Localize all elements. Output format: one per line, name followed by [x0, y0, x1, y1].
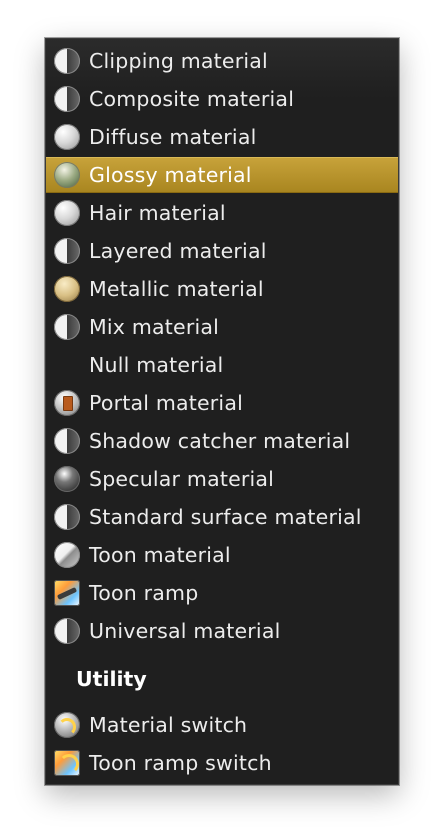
menu-item-label: Layered material: [89, 239, 267, 263]
utility-section-header: Utility: [76, 667, 147, 691]
menu-item-label: Composite material: [89, 87, 295, 111]
menu-item-portal-material[interactable]: Portal material: [46, 385, 398, 421]
menu-item-standard-surface-material[interactable]: Standard surface material: [46, 499, 398, 535]
menu-item-label: Metallic material: [89, 277, 264, 301]
menu-item-label: Toon ramp switch: [89, 751, 272, 775]
layered-material-icon: [54, 238, 80, 264]
menu-item-clipping-material[interactable]: Clipping material: [46, 43, 398, 79]
menu-item-toon-ramp[interactable]: Toon ramp: [46, 575, 398, 611]
menu-item-label: Toon material: [89, 543, 231, 567]
menu-item-label: Shadow catcher material: [89, 429, 351, 453]
menu-item-label: Hair material: [89, 201, 226, 225]
menu-item-diffuse-material[interactable]: Diffuse material: [46, 119, 398, 155]
glossy-material-icon: [54, 162, 80, 188]
menu-item-material-switch[interactable]: Material switch: [46, 707, 398, 743]
standard-surface-material-icon: [54, 504, 80, 530]
menu-item-label: Clipping material: [89, 49, 268, 73]
menu-item-label: Standard surface material: [89, 505, 362, 529]
menu-item-label: Universal material: [89, 619, 281, 643]
toon-ramp-icon: [54, 580, 80, 606]
hair-material-icon: [54, 200, 80, 226]
menu-item-metallic-material[interactable]: Metallic material: [46, 271, 398, 307]
menu-item-label: Diffuse material: [89, 125, 257, 149]
menu-item-hair-material[interactable]: Hair material: [46, 195, 398, 231]
menu-item-toon-ramp-switch[interactable]: Toon ramp switch: [46, 745, 398, 781]
menu-item-label: Specular material: [89, 467, 275, 491]
menu-item-composite-material[interactable]: Composite material: [46, 81, 398, 117]
menu-item-mix-material[interactable]: Mix material: [46, 309, 398, 345]
toon-material-icon: [54, 542, 80, 568]
menu-item-specular-material[interactable]: Specular material: [46, 461, 398, 497]
shadow-catcher-material-icon: [54, 428, 80, 454]
universal-material-icon: [54, 618, 80, 644]
metallic-material-icon: [54, 276, 80, 302]
menu-item-layered-material[interactable]: Layered material: [46, 233, 398, 269]
mix-material-icon: [54, 314, 80, 340]
menu-item-label: Null material: [89, 353, 224, 377]
menu-item-label: Glossy material: [89, 163, 252, 187]
menu-item-null-material[interactable]: Null material: [46, 347, 398, 383]
menu-item-label: Material switch: [89, 713, 248, 737]
toon-ramp-switch-icon: [54, 750, 80, 776]
menu-item-toon-material[interactable]: Toon material: [46, 537, 398, 573]
material-menu: Clipping material Composite material Dif…: [45, 38, 399, 785]
diffuse-material-icon: [54, 124, 80, 150]
specular-material-icon: [54, 466, 80, 492]
menu-item-label: Toon ramp: [89, 581, 199, 605]
menu-item-universal-material[interactable]: Universal material: [46, 613, 398, 649]
composite-material-icon: [54, 86, 80, 112]
portal-material-icon: [54, 390, 80, 416]
menu-item-label: Mix material: [89, 315, 219, 339]
menu-item-glossy-material[interactable]: Glossy material: [46, 157, 398, 193]
menu-item-label: Portal material: [89, 391, 243, 415]
clipping-material-icon: [54, 48, 80, 74]
menu-item-shadow-catcher-material[interactable]: Shadow catcher material: [46, 423, 398, 459]
material-switch-icon: [54, 712, 80, 738]
